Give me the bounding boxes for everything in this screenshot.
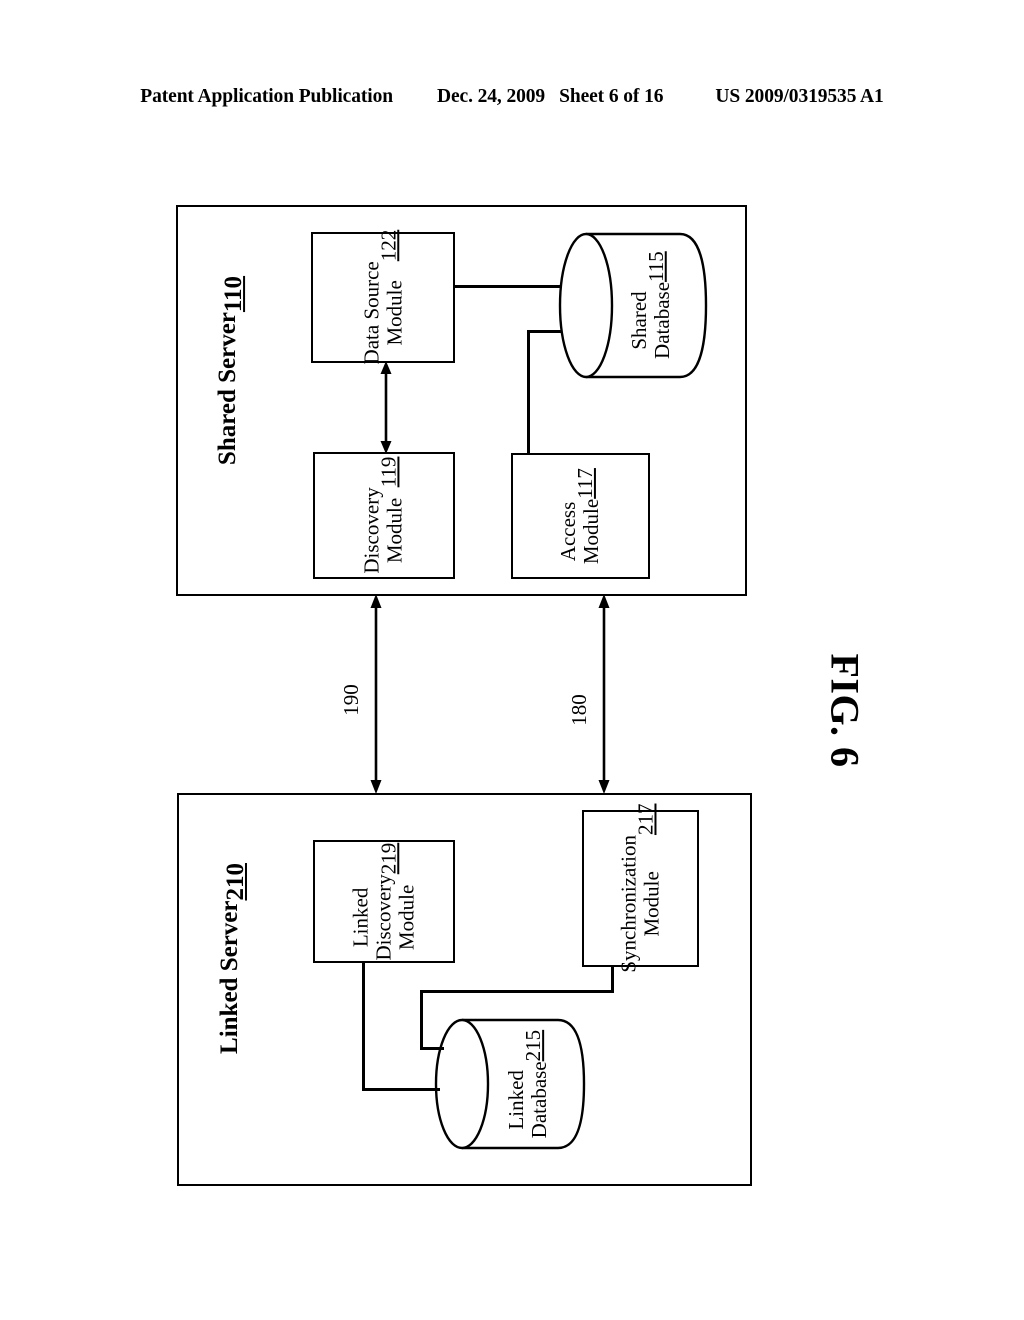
access-module-box[interactable]: 117 Access Module bbox=[511, 453, 650, 579]
linked-discovery-module-label: Linked Discovery Module bbox=[348, 874, 419, 961]
linked-discovery-module-box[interactable]: 219 Linked Discovery Module bbox=[313, 840, 455, 963]
arrow-190-label: 190 bbox=[339, 684, 364, 716]
connector-linkeddiscovery-horizontal bbox=[362, 1088, 440, 1091]
synchronization-module-rot: 217 Synchronization Module bbox=[616, 803, 664, 974]
synchronization-module-label-wrap: 217 Synchronization Module bbox=[584, 804, 697, 973]
linked-discovery-module-ref: 219 bbox=[376, 842, 401, 875]
linked-server-ref: 210 bbox=[221, 862, 249, 901]
shared-server-title-rot: 110 Shared Server bbox=[208, 275, 249, 464]
linked-server-title: Linked Server bbox=[215, 900, 243, 1054]
discovery-module-ref: 119 bbox=[376, 456, 401, 488]
discovery-module-label: Discovery Module bbox=[359, 487, 407, 575]
data-source-module-label-wrap: 122 Data Source Module bbox=[313, 230, 453, 365]
connector-sync-horizontal bbox=[420, 990, 614, 993]
arrow-180-label: 180 bbox=[567, 694, 592, 726]
shared-server-title-block: 110 Shared Server bbox=[178, 270, 278, 470]
shared-server-ref: 110 bbox=[220, 275, 248, 312]
connector-linkeddiscovery-vertical bbox=[362, 962, 365, 1090]
discovery-module-rot: 119 Discovery Module bbox=[359, 456, 407, 575]
synchronization-module-label: Synchronization Module bbox=[616, 835, 664, 974]
data-source-module-ref: 122 bbox=[375, 230, 400, 262]
data-source-module-label: Data Source Module bbox=[358, 261, 406, 365]
access-module-ref: 117 bbox=[573, 467, 598, 499]
linked-discovery-module-rot: 219 Linked Discovery Module bbox=[348, 842, 419, 961]
synchronization-module-box[interactable]: 217 Synchronization Module bbox=[582, 804, 699, 973]
connector-sync-to-linkeddb bbox=[420, 1047, 444, 1050]
connector-sync-vertical-upper bbox=[611, 965, 614, 993]
figure-caption: FIG. 6 bbox=[822, 652, 868, 768]
linked-database-cylinder[interactable]: 215 Linked Database bbox=[434, 1017, 586, 1151]
figure-caption-block: FIG. 6 bbox=[780, 630, 910, 790]
connector-shareddb-to-access-horizontal bbox=[527, 330, 562, 333]
linked-server-title-rot: 210 Linked Server bbox=[209, 863, 250, 1054]
access-module-label: Access Module bbox=[556, 498, 604, 565]
linked-discovery-module-label-wrap: 219 Linked Discovery Module bbox=[315, 842, 453, 961]
linked-server-title-block: 210 Linked Server bbox=[179, 858, 279, 1058]
connector-datasource-to-shareddb bbox=[453, 285, 560, 288]
arrow-datasource-discovery bbox=[374, 361, 398, 454]
discovery-module-box[interactable]: 119 Discovery Module bbox=[313, 452, 455, 579]
data-source-module-box[interactable]: 122 Data Source Module bbox=[311, 230, 455, 365]
discovery-module-label-wrap: 119 Discovery Module bbox=[315, 454, 453, 577]
patent-figure: 110 Shared Server 122 Data Source Module… bbox=[0, 0, 1024, 1320]
connector-sync-vertical-lower bbox=[420, 990, 423, 1049]
arrow-190 bbox=[364, 594, 388, 794]
access-module-label-wrap: 117 Access Module bbox=[513, 455, 648, 577]
shared-database-cylinder[interactable]: 115 Shared Database bbox=[558, 231, 708, 380]
data-source-module-rot: 122 Data Source Module bbox=[358, 230, 406, 365]
arrow-180 bbox=[592, 594, 616, 794]
synchronization-module-ref: 217 bbox=[633, 803, 658, 836]
connector-shareddb-to-access-vertical bbox=[527, 330, 530, 455]
shared-server-title: Shared Server bbox=[214, 311, 242, 465]
access-module-rot: 117 Access Module bbox=[556, 467, 604, 565]
